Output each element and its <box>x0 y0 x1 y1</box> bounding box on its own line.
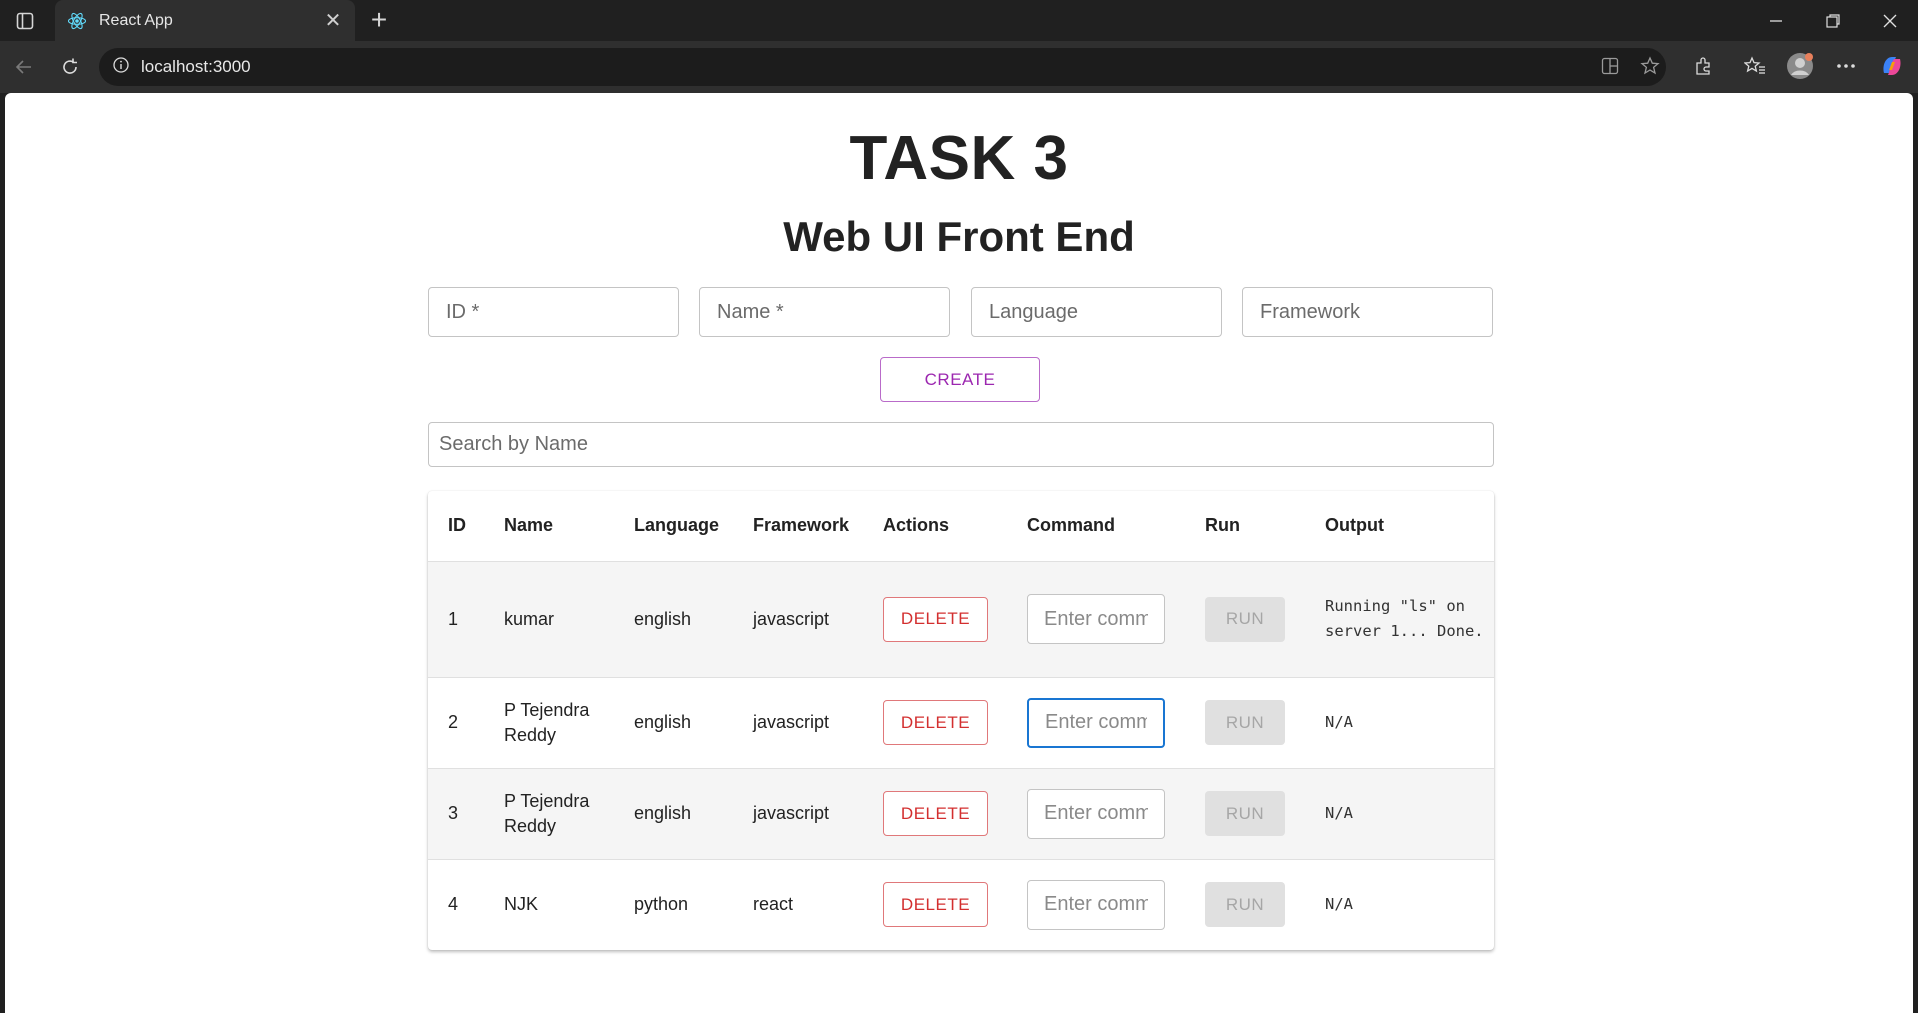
more-options-icon[interactable] <box>1829 49 1863 83</box>
header-command: Command <box>1007 491 1185 562</box>
command-field[interactable] <box>1027 697 1165 748</box>
cell-actions: DELETE <box>863 859 1007 950</box>
cell-run: RUN <box>1185 677 1305 769</box>
cell-actions: DELETE <box>863 677 1007 769</box>
cell-command <box>1007 859 1185 950</box>
command-input[interactable] <box>1028 789 1164 838</box>
header-framework: Framework <box>733 491 863 562</box>
cell-command <box>1007 561 1185 678</box>
command-input[interactable] <box>1029 699 1163 746</box>
extensions-icon[interactable] <box>1686 49 1720 83</box>
copilot-icon[interactable] <box>1875 49 1909 83</box>
tab-actions-icon[interactable] <box>12 8 38 34</box>
framework-field[interactable] <box>1242 287 1493 337</box>
page-subtitle: Web UI Front End <box>783 213 1135 260</box>
react-logo-icon <box>67 11 87 31</box>
new-tab-icon[interactable]: + <box>364 6 394 36</box>
browser-tab-bar: React App ✕ + <box>0 0 1918 41</box>
id-input[interactable] <box>429 288 678 336</box>
command-field[interactable] <box>1027 788 1165 839</box>
favorite-star-icon[interactable] <box>1633 49 1667 83</box>
command-input[interactable] <box>1028 880 1164 929</box>
cell-name: kumar <box>484 561 614 678</box>
cell-id: 4 <box>448 894 459 915</box>
cell-language: python <box>634 894 689 915</box>
address-bar[interactable]: localhost:3000 <box>99 48 1666 86</box>
cell-run: RUN <box>1185 859 1305 950</box>
back-icon[interactable] <box>8 51 40 83</box>
delete-button[interactable]: DELETE <box>883 700 988 745</box>
cell-name: NJK <box>504 894 539 915</box>
delete-button[interactable]: DELETE <box>883 791 988 836</box>
cell-output: N/A <box>1305 677 1494 769</box>
favorites-icon[interactable] <box>1738 49 1772 83</box>
cell-output: N/A <box>1305 768 1494 860</box>
run-button[interactable]: RUN <box>1205 700 1285 745</box>
cell-output: N/A <box>1325 895 1353 914</box>
cell-run: RUN <box>1185 768 1305 860</box>
header-run: Run <box>1185 491 1305 562</box>
profile-avatar-icon[interactable] <box>1783 49 1817 83</box>
servers-table: ID Name Language Framework Actions Comma… <box>428 491 1494 950</box>
header-id: ID <box>428 491 484 562</box>
cell-command <box>1007 677 1185 769</box>
cell-language: english <box>614 768 733 860</box>
split-screen-icon[interactable] <box>1593 49 1627 83</box>
delete-button[interactable]: DELETE <box>883 596 988 642</box>
cell-language: english <box>614 561 733 678</box>
cell-id: 2 <box>428 677 484 769</box>
restore-icon[interactable] <box>1805 0 1861 41</box>
run-button[interactable]: RUN <box>1205 596 1285 642</box>
table-row: 3 P Tejendra Reddy english javascript DE… <box>428 768 1494 860</box>
header-actions: Actions <box>863 491 1007 562</box>
refresh-icon[interactable] <box>54 51 86 83</box>
header-language: Language <box>614 491 733 562</box>
table-header-row: ID Name Language Framework Actions Comma… <box>428 491 1494 562</box>
delete-button[interactable]: DELETE <box>883 882 988 928</box>
cell-actions: DELETE <box>863 561 1007 678</box>
command-field[interactable] <box>1027 594 1165 644</box>
cell-framework: javascript <box>733 768 863 860</box>
cell-framework: javascript <box>733 561 863 678</box>
cell-output: Running "ls" on server 1... Done. <box>1305 561 1494 678</box>
run-button[interactable]: RUN <box>1205 791 1285 836</box>
header-name: Name <box>484 491 614 562</box>
tab-title: React App <box>99 11 173 29</box>
cell-framework: react <box>753 894 794 915</box>
table-row: 2 P Tejendra Reddy english javascript DE… <box>428 677 1494 769</box>
command-input[interactable] <box>1028 595 1164 643</box>
table-row: 4 NJK python react DELETE RUN N/A <box>428 859 1494 950</box>
url-text: localhost:3000 <box>141 57 251 76</box>
command-field[interactable] <box>1027 879 1165 930</box>
language-field[interactable] <box>971 287 1222 337</box>
run-button[interactable]: RUN <box>1205 882 1285 928</box>
cell-actions: DELETE <box>863 768 1007 860</box>
id-field[interactable] <box>428 287 679 337</box>
page-title: TASK 3 <box>849 124 1069 193</box>
cell-run: RUN <box>1185 561 1305 678</box>
cell-name: P Tejendra Reddy <box>484 768 614 860</box>
browser-tab[interactable]: React App ✕ <box>55 0 355 41</box>
cell-command <box>1007 768 1185 860</box>
framework-input[interactable] <box>1243 288 1492 336</box>
site-info-icon[interactable] <box>113 56 129 78</box>
search-field[interactable] <box>428 422 1494 467</box>
name-input[interactable] <box>700 288 949 336</box>
language-input[interactable] <box>972 288 1221 336</box>
create-button[interactable]: CREATE <box>880 357 1040 402</box>
search-input[interactable] <box>429 423 1493 466</box>
cell-language: english <box>614 677 733 769</box>
cell-framework: javascript <box>733 677 863 769</box>
close-window-icon[interactable] <box>1862 0 1918 41</box>
cell-id: 3 <box>428 768 484 860</box>
browser-toolbar: localhost:3000 <box>0 41 1918 93</box>
cell-name: P Tejendra Reddy <box>484 677 614 769</box>
close-tab-icon[interactable]: ✕ <box>323 8 343 33</box>
page-viewport: TASK 3 Web UI Front End CREATE ID Name L… <box>5 93 1913 1013</box>
name-field[interactable] <box>699 287 950 337</box>
table-row: 1 kumar english javascript DELETE RUN Ru… <box>428 561 1494 678</box>
minimize-icon[interactable] <box>1748 0 1804 41</box>
header-output: Output <box>1305 491 1494 562</box>
cell-id: 1 <box>428 561 484 678</box>
